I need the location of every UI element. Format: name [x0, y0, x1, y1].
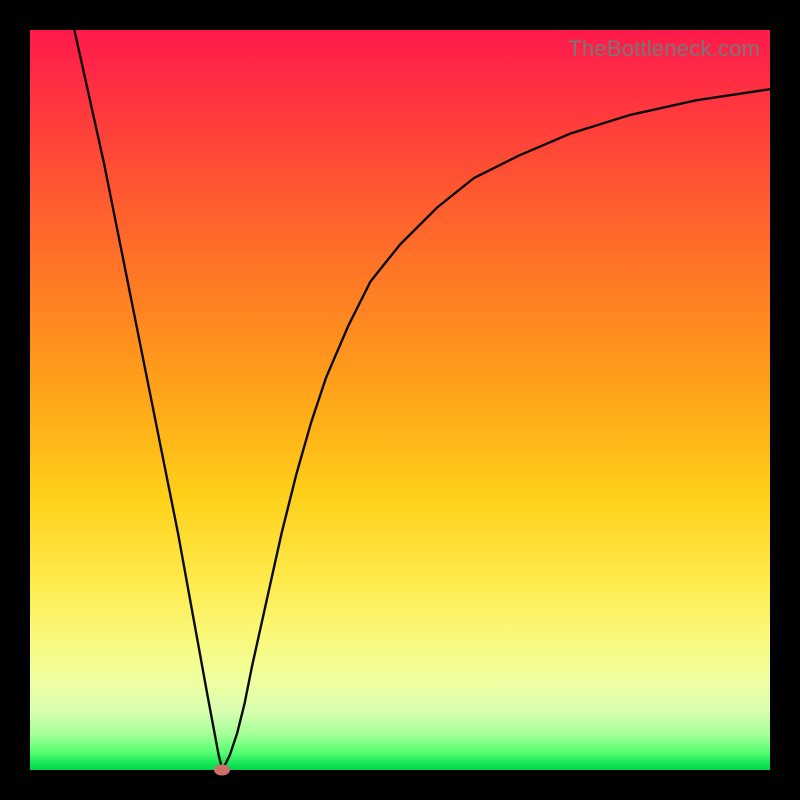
curve-path: [74, 30, 770, 770]
chart-frame: TheBottleneck.com: [0, 0, 800, 800]
watermark-text: TheBottleneck.com: [568, 36, 760, 62]
chart-plot-area: TheBottleneck.com: [30, 30, 770, 770]
curve-svg: [30, 30, 770, 770]
min-marker-icon: [214, 765, 230, 776]
